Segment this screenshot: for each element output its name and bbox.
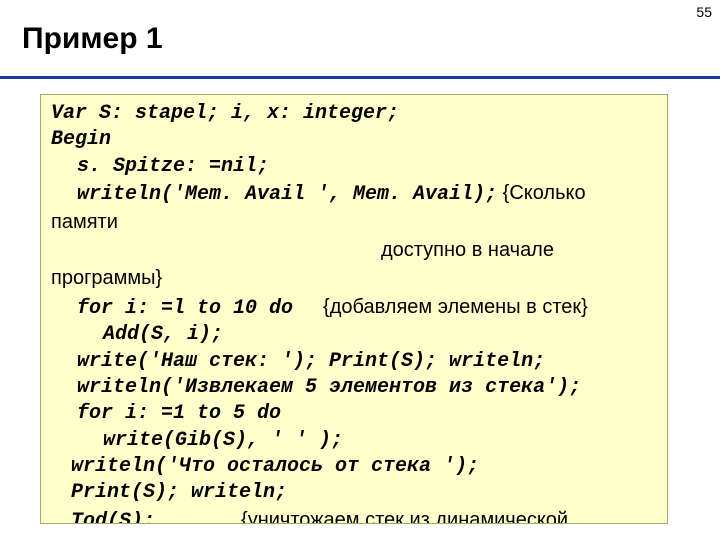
code-text: Var S: stapel; i, x: integer;: [51, 102, 399, 125]
code-line: for i: =1 to 5 do: [51, 401, 657, 427]
code-text: writeln('Что осталось от стека ');: [71, 455, 479, 478]
code-comment: доступно в начале: [381, 239, 554, 261]
page-number: 55: [696, 4, 712, 20]
code-line: writeln('Что осталось от стека ');: [51, 454, 657, 480]
code-block: Var S: stapel; i, x: integer; Begin s. S…: [40, 94, 668, 524]
code-line: программы}: [51, 265, 657, 293]
code-text: Print(S); writeln;: [71, 481, 287, 504]
code-comment: программы}: [51, 267, 162, 289]
code-line: доступно в начале: [51, 237, 657, 265]
slide: 55 Пример 1 Var S: stapel; i, x: integer…: [0, 0, 720, 540]
code-line: Begin: [51, 127, 657, 153]
code-text: for i: =1 to 5 do: [77, 402, 281, 425]
code-line: write('Наш стек: '); Print(S); writeln;: [51, 349, 657, 375]
code-line: s. Spitze: =nil;: [51, 154, 657, 180]
code-text: Add(S, i);: [103, 323, 223, 346]
code-line: Add(S, i);: [51, 322, 657, 348]
code-text: writeln('Mem. Avail ', Mem. Avail);: [77, 183, 497, 206]
code-text: for i: =l to 10 do: [77, 297, 293, 320]
code-line: Print(S); writeln;: [51, 480, 657, 506]
code-line: Tod(S); {уничтожаем стек из динамической: [51, 507, 657, 524]
page-title: Пример 1: [22, 22, 163, 56]
code-text: Begin: [51, 128, 111, 151]
code-text: s. Spitze: =nil;: [77, 155, 269, 178]
code-text: write(Gib(S), ' ' );: [103, 429, 343, 452]
code-line: write(Gib(S), ' ' );: [51, 428, 657, 454]
code-text: write('Наш стек: '); Print(S); writeln;: [77, 350, 545, 373]
code-text: Tod(S);: [71, 510, 155, 524]
code-line: writeln('Mem. Avail ', Mem. Avail); {Ско…: [51, 180, 657, 237]
code-text: writeln('Извлекаем 5 элементов из стека'…: [77, 376, 581, 399]
code-line: for i: =l to 10 do {добавляем элемены в с…: [51, 294, 657, 322]
code-line: writeln('Извлекаем 5 элементов из стека'…: [51, 375, 657, 401]
code-line: Var S: stapel; i, x: integer;: [51, 101, 657, 127]
title-rule: [0, 76, 720, 79]
code-comment: {добавляем элемены в стек}: [323, 296, 588, 318]
code-comment: {уничтожаем стек из динамической: [241, 509, 568, 524]
